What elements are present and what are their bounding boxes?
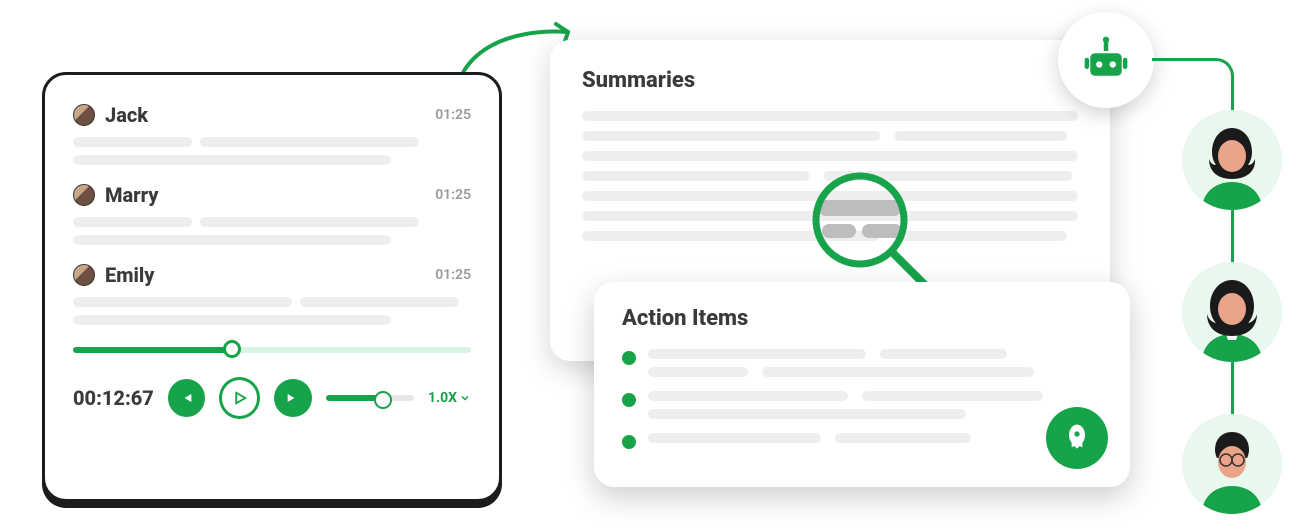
transcript-card: Jack 01:25 Marry 01:25 Emily 01:25 00:12… [42, 72, 502, 502]
next-button[interactable] [274, 379, 311, 417]
elapsed-time: 00:12:67 [73, 386, 154, 410]
summaries-title: Summaries [582, 68, 1078, 93]
speaker-row: Emily 01:25 [73, 263, 471, 325]
chevron-down-icon [459, 392, 471, 404]
volume-slider[interactable] [326, 395, 414, 401]
speed-label: 1.0X [428, 390, 457, 406]
speaker-time: 01:25 [435, 107, 471, 123]
person-avatar [1182, 414, 1282, 514]
avatar [73, 104, 95, 126]
speaker-time: 01:25 [435, 187, 471, 203]
bullet-icon [622, 435, 636, 449]
speaker-name: Jack [105, 103, 435, 127]
action-items-title: Action Items [622, 306, 1102, 331]
assistant-badge [1058, 12, 1154, 108]
speech-placeholder [73, 297, 471, 325]
playback-progress[interactable] [73, 343, 471, 355]
speaker-row: Marry 01:25 [73, 183, 471, 245]
player-controls: 00:12:67 1.0X [73, 377, 471, 419]
prev-button[interactable] [168, 379, 205, 417]
action-item [622, 349, 1102, 377]
bullet-icon [622, 351, 636, 365]
speech-placeholder [73, 137, 471, 165]
action-items-card: Action Items [594, 282, 1130, 487]
person-avatar [1182, 262, 1282, 362]
speaker-name: Emily [105, 263, 435, 287]
rocket-icon [1061, 422, 1093, 454]
robot-icon [1079, 33, 1133, 87]
bullet-icon [622, 393, 636, 407]
action-item [622, 433, 1102, 449]
summary-placeholder [582, 111, 1078, 241]
playback-speed[interactable]: 1.0X [428, 390, 471, 406]
avatar [73, 184, 95, 206]
play-button[interactable] [219, 377, 260, 419]
person-avatar [1182, 110, 1282, 210]
speaker-row: Jack 01:25 [73, 103, 471, 165]
speaker-name: Marry [105, 183, 435, 207]
avatar [73, 264, 95, 286]
speaker-time: 01:25 [435, 267, 471, 283]
launch-button[interactable] [1046, 407, 1108, 469]
speech-placeholder [73, 217, 471, 245]
action-item [622, 391, 1102, 419]
